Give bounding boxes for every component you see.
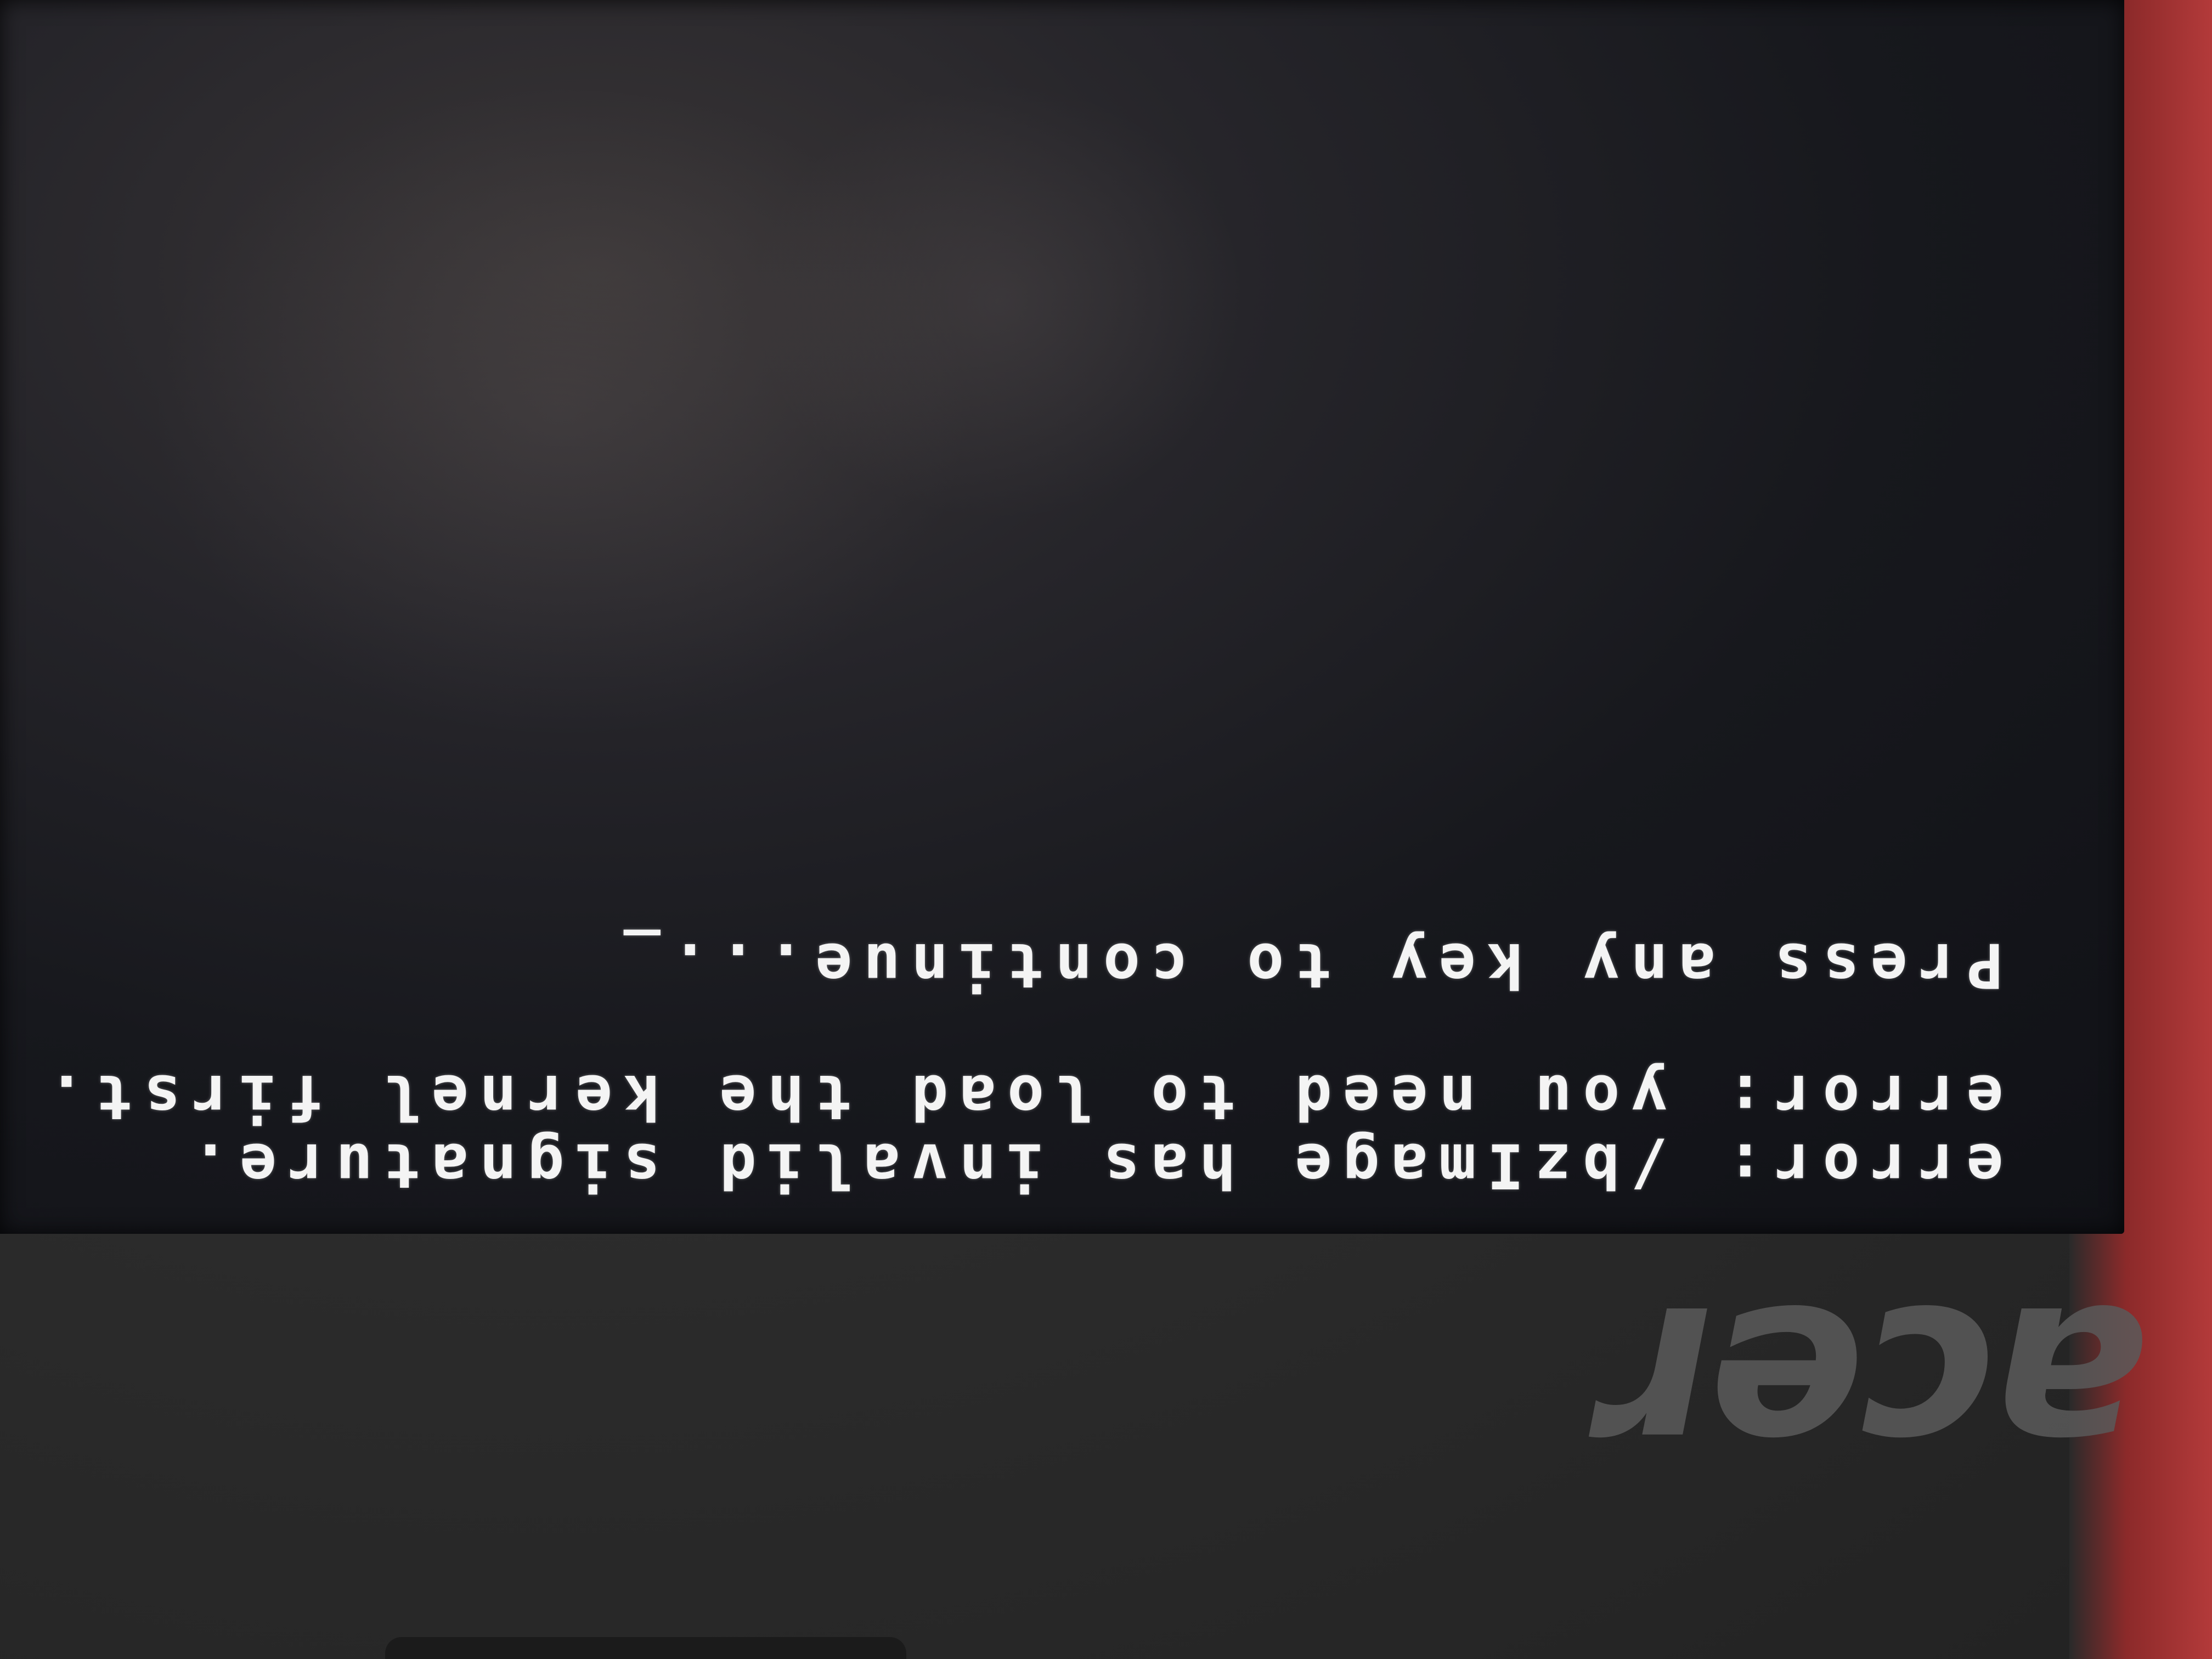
brand-logo: acer <box>1606 1254 2146 1522</box>
photo-scene: acer error: /bzImage has invalid signatu… <box>0 0 2212 1659</box>
terminal-line-error-kernel: error: you need to load the kernel first… <box>37 1061 2004 1132</box>
monitor-screen[interactable]: error: /bzImage has invalid signature. e… <box>0 0 2124 1234</box>
screen-reflection <box>753 82 1246 521</box>
bezel-notch <box>385 1637 906 1659</box>
terminal-line-press-any-key: Press any key to continue..._ <box>612 929 2004 1001</box>
terminal-line-error-signature: error: /bzImage has invalid signature. <box>180 1130 2004 1201</box>
